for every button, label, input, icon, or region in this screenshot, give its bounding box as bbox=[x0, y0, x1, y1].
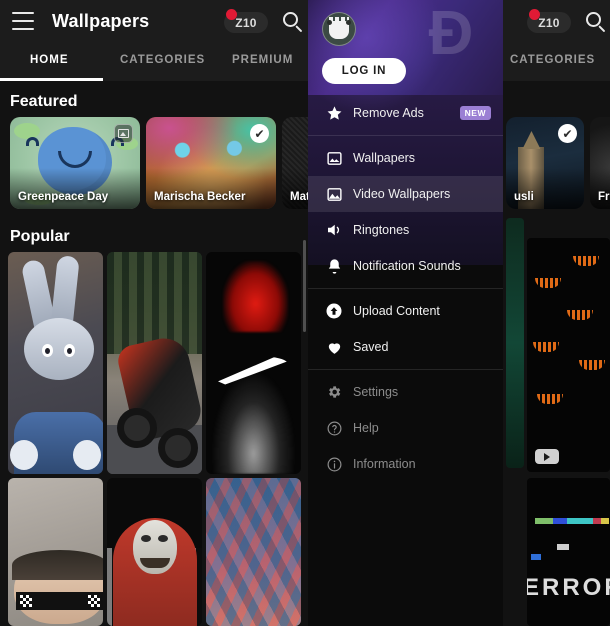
glitch-error-artwork: ERROR bbox=[527, 478, 610, 626]
glitch-error-text: ERROR bbox=[527, 574, 610, 601]
star-icon bbox=[324, 103, 344, 123]
app-bar: Wallpapers Z10 Z10 bbox=[0, 0, 610, 45]
credit-badge-label: Z10 bbox=[235, 15, 257, 30]
active-tab-indicator bbox=[0, 78, 103, 81]
wallpapers-app-screen: Wallpapers Z10 Z10 HOME CATEGORIES PREMI… bbox=[0, 0, 610, 626]
money-heist-artwork bbox=[107, 478, 202, 626]
featured-card-caption-right: usli bbox=[514, 191, 534, 203]
screen-root: Wallpapers Z10 Z10 HOME CATEGORIES PREMI… bbox=[0, 0, 610, 626]
bugs-bunny-artwork bbox=[8, 252, 103, 474]
featured-card-usli[interactable]: ✔ usli bbox=[506, 117, 584, 209]
gear-icon bbox=[324, 382, 344, 402]
featured-card-caption-right: Fre bbox=[598, 191, 610, 203]
neon-artwork bbox=[506, 218, 524, 468]
search-icon[interactable] bbox=[282, 11, 304, 33]
motorcycle-artwork bbox=[107, 252, 202, 474]
tab-bar: HOME CATEGORIES PREMIUM CATEGORIES bbox=[0, 45, 610, 81]
section-title-popular: Popular bbox=[10, 228, 70, 245]
popular-card-bunny[interactable] bbox=[8, 252, 103, 474]
menu-item-label: Information bbox=[353, 457, 416, 471]
menu-item-label: Ringtones bbox=[353, 223, 410, 237]
menu-item-remove-ads[interactable]: Remove Ads NEW bbox=[308, 95, 503, 131]
heart-icon bbox=[324, 337, 344, 357]
menu-divider bbox=[308, 135, 503, 136]
popular-card-glitch[interactable]: ERROR bbox=[527, 478, 610, 626]
menu-item-notification-sounds[interactable]: Notification Sounds bbox=[308, 248, 503, 284]
tab-premium[interactable]: PREMIUM bbox=[232, 54, 293, 66]
tab-categories-right[interactable]: CATEGORIES bbox=[510, 54, 595, 66]
bell-icon bbox=[324, 256, 344, 276]
popular-card-neon-right[interactable] bbox=[506, 218, 524, 468]
menu-item-information[interactable]: Information bbox=[308, 446, 503, 482]
search-icon-right[interactable] bbox=[585, 11, 607, 33]
menu-item-label: Video Wallpapers bbox=[353, 187, 451, 201]
menu-divider bbox=[308, 288, 503, 289]
popular-card-sand[interactable] bbox=[8, 478, 103, 626]
menu-item-label: Notification Sounds bbox=[353, 259, 461, 273]
featured-card-caption: Greenpeace Day bbox=[18, 191, 109, 203]
section-title-featured: Featured bbox=[10, 93, 78, 110]
featured-card-fre[interactable]: Fre bbox=[590, 117, 610, 209]
zedge-logo-icon: Ð bbox=[428, 0, 474, 68]
city-aerial-artwork bbox=[206, 478, 301, 626]
popular-card-heist[interactable] bbox=[107, 478, 202, 626]
notification-dot-icon bbox=[226, 9, 237, 20]
tab-home[interactable]: HOME bbox=[30, 54, 69, 66]
drawer-menu: Remove Ads NEW Wallpapers Video Wallpape… bbox=[308, 95, 503, 482]
menu-item-upload-content[interactable]: Upload Content bbox=[308, 293, 503, 329]
info-circle-icon bbox=[324, 454, 344, 474]
sand-sunglasses-artwork bbox=[8, 478, 103, 626]
video-badge-icon bbox=[535, 449, 559, 464]
vertical-scrollbar[interactable] bbox=[303, 240, 306, 332]
nike-smoke-artwork bbox=[206, 252, 301, 474]
menu-item-wallpapers[interactable]: Wallpapers bbox=[308, 140, 503, 176]
image-badge-icon bbox=[114, 124, 133, 143]
popular-card-city[interactable] bbox=[206, 478, 301, 626]
notification-dot-icon-right bbox=[529, 9, 540, 20]
menu-divider bbox=[308, 369, 503, 370]
speaker-icon bbox=[324, 220, 344, 240]
popular-card-pumpkins[interactable] bbox=[527, 238, 610, 472]
menu-item-ringtones[interactable]: Ringtones bbox=[308, 212, 503, 248]
menu-item-label: Wallpapers bbox=[353, 151, 416, 165]
popular-card-motorcycle[interactable] bbox=[107, 252, 202, 474]
login-button[interactable]: LOG IN bbox=[322, 58, 406, 84]
menu-item-label: Settings bbox=[353, 385, 399, 399]
featured-card-caption: Mat bbox=[290, 191, 310, 203]
new-badge: NEW bbox=[459, 106, 491, 120]
popular-card-nike[interactable] bbox=[206, 252, 301, 474]
help-circle-icon bbox=[324, 418, 344, 438]
upload-circle-icon bbox=[324, 301, 344, 321]
drawer-header: Ð LOG IN bbox=[308, 0, 503, 114]
tab-categories[interactable]: CATEGORIES bbox=[120, 54, 205, 66]
verified-badge-icon: ✔ bbox=[250, 124, 269, 143]
menu-item-help[interactable]: Help bbox=[308, 410, 503, 446]
navigation-drawer: Ð LOG IN Remove Ads NEW Wallpapers Video… bbox=[308, 0, 503, 626]
credit-badge[interactable]: Z10 bbox=[224, 9, 268, 33]
menu-item-label: Upload Content bbox=[353, 304, 440, 318]
page-title: Wallpapers bbox=[52, 11, 150, 31]
credit-badge-right[interactable]: Z10 bbox=[527, 9, 571, 33]
featured-card-marischa[interactable]: ✔ Marischa Becker bbox=[146, 117, 276, 209]
image-icon bbox=[324, 148, 344, 168]
menu-item-label: Help bbox=[353, 421, 379, 435]
video-image-icon bbox=[324, 184, 344, 204]
menu-item-video-wallpapers[interactable]: Video Wallpapers bbox=[308, 176, 503, 212]
menu-item-saved[interactable]: Saved bbox=[308, 329, 503, 365]
menu-item-settings[interactable]: Settings bbox=[308, 374, 503, 410]
credit-badge-right-label: Z10 bbox=[538, 15, 560, 30]
hamburger-icon[interactable] bbox=[12, 12, 34, 30]
halloween-pumpkins-artwork bbox=[527, 238, 610, 472]
menu-item-label: Saved bbox=[353, 340, 389, 354]
featured-card-greenpeace[interactable]: Greenpeace Day bbox=[10, 117, 140, 209]
avatar[interactable] bbox=[322, 12, 356, 46]
menu-item-label: Remove Ads bbox=[353, 106, 424, 120]
featured-card-caption: Marischa Becker bbox=[154, 191, 246, 203]
verified-badge-icon-right: ✔ bbox=[558, 124, 577, 143]
